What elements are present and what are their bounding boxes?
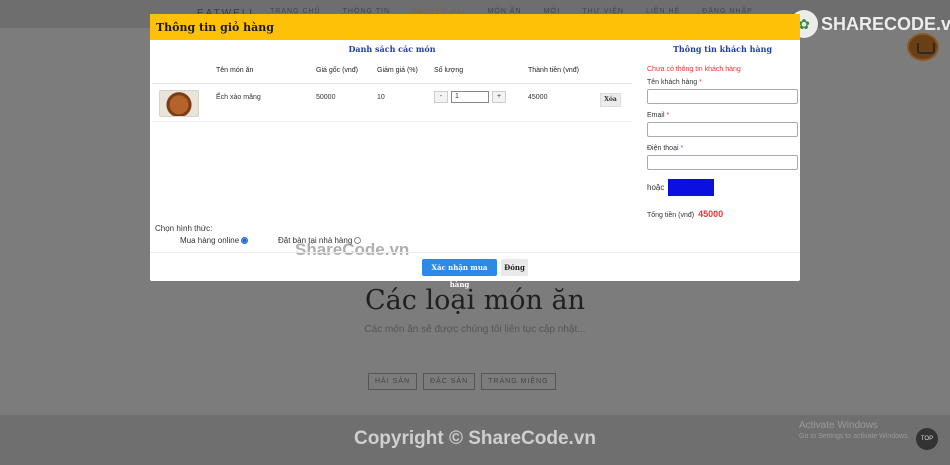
quantity-stepper: - 1 + xyxy=(434,91,506,103)
customer-info-panel: Thông tin khách hàng Chưa có thông tin k… xyxy=(647,40,798,219)
phone-field[interactable] xyxy=(647,155,798,170)
cart-icon[interactable] xyxy=(907,33,939,61)
purchase-method-label: Chọn hình thức: xyxy=(155,224,213,233)
order-total: Tổng tiền (vnđ) 45000 xyxy=(647,209,798,219)
cart-table-header: Tên món ăn Giá gốc (vnđ) Giảm giá (%) Số… xyxy=(152,60,632,84)
col-name: Tên món ăn xyxy=(216,67,254,74)
email-label: Email * xyxy=(647,112,670,119)
customer-warning: Chưa có thông tin khách hàng xyxy=(647,66,741,73)
method-online-radio[interactable] xyxy=(241,237,249,244)
col-discount: Giảm giá (%) xyxy=(377,67,418,74)
qty-input[interactable]: 1 xyxy=(451,91,489,103)
sharecode-logo-text: SHARECODE.vn xyxy=(821,13,950,34)
qty-plus-button[interactable]: + xyxy=(492,91,506,103)
cart-list-title: Danh sách các món xyxy=(348,44,436,54)
modal-watermark: ShareCode.vn xyxy=(295,240,410,259)
customer-name-field[interactable] xyxy=(647,89,798,104)
modal-header: Thông tin giỏ hàng xyxy=(150,14,800,40)
phone-label: Điện thoại * xyxy=(647,145,684,152)
windows-activation-notice: Activate Windows Go to Settings to activ… xyxy=(799,420,910,440)
windows-activation-title: Activate Windows xyxy=(799,420,878,431)
category-filters: HẢI SẢN ĐẶC SẢN TRÁNG MIỆNG xyxy=(368,373,556,390)
item-name: Ếch xào măng xyxy=(216,94,261,101)
cart-modal: Thông tin giỏ hàng Danh sách các món Tên… xyxy=(150,14,800,289)
customer-info-title: Thông tin khách hàng xyxy=(672,44,773,54)
back-to-top-button[interactable]: TOP xyxy=(916,428,938,450)
col-total: Thành tiền (vnđ) xyxy=(528,67,579,74)
method-online-option[interactable]: Mua hàng online xyxy=(180,236,249,245)
section-heading: Các loại món ăn xyxy=(365,285,585,316)
section-subheading: Các món ăn sẽ được chúng tôi liên tục cậ… xyxy=(364,324,586,335)
item-total: 45000 xyxy=(528,94,548,101)
filter-dessert[interactable]: TRÁNG MIỆNG xyxy=(481,373,556,390)
col-qty: Số lượng xyxy=(434,67,464,74)
windows-activation-sub: Go to Settings to activate Windows. xyxy=(799,433,910,440)
method-online-label: Mua hàng online xyxy=(180,236,240,245)
remove-item-button[interactable]: Xóa xyxy=(600,93,621,107)
confirm-purchase-button[interactable]: Xác nhận mua hàng xyxy=(422,259,497,289)
total-label: Tổng tiền (vnđ) xyxy=(647,212,695,219)
total-value: 45000 xyxy=(698,209,724,219)
filter-seafood[interactable]: HẢI SẢN xyxy=(368,373,418,390)
cart-list-panel: Danh sách các món Tên món ăn Giá gốc (vn… xyxy=(152,40,632,122)
qty-minus-button[interactable]: - xyxy=(434,91,448,103)
food-section: Các loại món ăn Các món ăn sẽ được chúng… xyxy=(0,285,950,335)
or-label: hoặc xyxy=(647,183,665,192)
modal-footer-divider xyxy=(150,252,800,253)
cart-row: Ếch xào măng 50000 10 - 1 + 45000 Xóa xyxy=(152,84,632,122)
login-button[interactable]: Đăng nhập xyxy=(668,179,715,196)
login-row: hoặc Đăng nhập xyxy=(647,179,798,196)
col-price: Giá gốc (vnđ) xyxy=(316,67,359,74)
close-button[interactable]: Đóng xyxy=(501,259,528,276)
modal-title: Thông tin giỏ hàng xyxy=(156,20,274,34)
food-thumbnail xyxy=(159,90,199,117)
name-label: Tên khách hàng * xyxy=(647,79,702,86)
item-discount: 10 xyxy=(377,94,385,101)
item-price: 50000 xyxy=(316,94,336,101)
filter-specialty[interactable]: ĐẶC SẢN xyxy=(423,373,476,390)
email-field[interactable] xyxy=(647,122,798,137)
